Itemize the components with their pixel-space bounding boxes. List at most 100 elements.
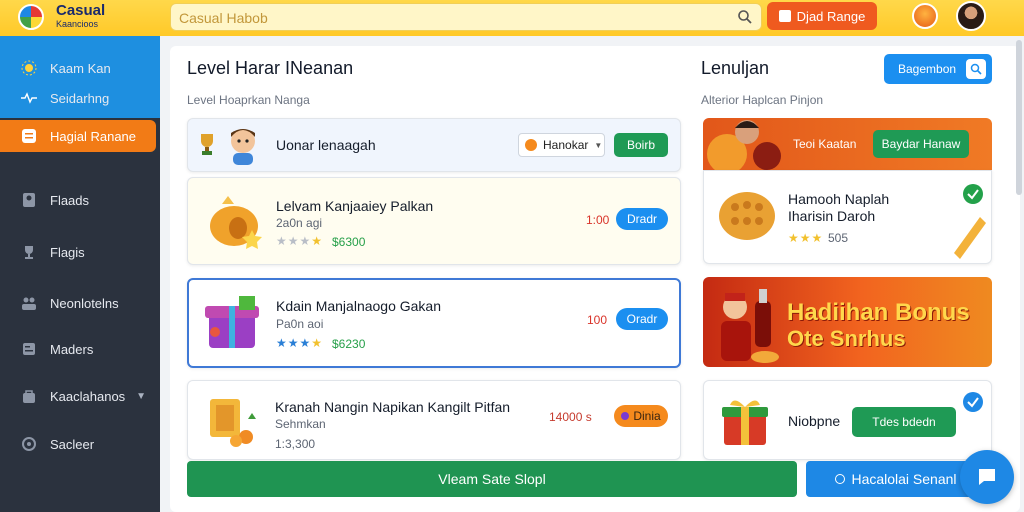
search-bar (170, 3, 762, 31)
search-input[interactable] (179, 8, 719, 28)
sidebar-item-label: Seidarhng (50, 90, 110, 106)
book-coins-icon (210, 399, 256, 447)
sidebar-item-3[interactable]: Flaads (0, 184, 160, 216)
gift-box-icon (722, 400, 768, 445)
promo-banner: Teoi Kaatan Baydar Hanaw (703, 118, 992, 170)
fruit-character-icon (707, 120, 781, 170)
check-icon (963, 184, 983, 204)
featured-card[interactable]: Hamooh Naplah Iharisin Daroh ★★★ 505 (703, 170, 992, 264)
carrot-icon (954, 217, 986, 259)
item-title: Kdain Manjalnaogo Gakan (276, 298, 442, 314)
sidebar-item-6[interactable]: Maders (0, 333, 160, 365)
filter-select-value: Hanokar (543, 138, 589, 152)
treasure-chest-icon (210, 196, 262, 249)
sidebar-item-label: Flaads (50, 192, 90, 208)
item-action-label: Dinia (633, 409, 661, 423)
trophy-icon (20, 243, 38, 261)
header-action-button[interactable]: Boirb (614, 133, 668, 157)
people-icon (20, 294, 38, 312)
waffle-icon (719, 192, 775, 240)
app-logo[interactable] (18, 4, 44, 30)
sidebar-item-label: Sacleer (50, 436, 95, 452)
sidebar-item-2[interactable]: Hagial Ranane (0, 120, 156, 152)
bag-icon (20, 387, 38, 405)
item-count: 14000 s (549, 410, 592, 424)
list-item[interactable]: Lelvam Kanjaaiey Palkan 2a0n agi ★★★★ $6… (187, 177, 681, 265)
featured-rating: 505 (828, 231, 849, 245)
item-action-button[interactable]: Dinia (614, 405, 668, 427)
filter-select[interactable]: Hanokar ▼ (518, 133, 605, 157)
top-bar: Casual Kaancioos Djad Range (0, 0, 1024, 36)
secondary-blue-button[interactable]: Hacalolai Senanl (806, 461, 986, 497)
rating-stars: ★★★★ (276, 234, 324, 248)
promo-banner-text: Teoi Kaatan (793, 137, 857, 151)
coin-icon (525, 139, 537, 151)
list-item[interactable]: Kdain Manjalnaogo Gakan Pa0n aoi ★★★★ $6… (187, 278, 681, 368)
item-action-button[interactable]: Dradr (616, 208, 668, 230)
item-action-button[interactable]: Oradr (616, 308, 668, 330)
chat-button[interactable] (960, 450, 1014, 504)
featured-title: Hamooh Naplah Iharisin Daroh (788, 191, 890, 224)
sidebar-item-label: Kaaclahanos (50, 388, 126, 404)
brand-subtitle: Kaancioos (56, 19, 99, 29)
right-header-button-label: Bagembon (898, 62, 957, 76)
gift-button[interactable]: Tdes bdedn (852, 407, 956, 437)
rating-stars: ★★★ (788, 231, 824, 245)
bonus-subtitle: Ote Snrhus (787, 326, 906, 351)
right-section-subtitle: Alterior Haplcan Pinjon (701, 93, 824, 107)
player-name: Uonar lenaagah (276, 137, 376, 153)
soda-character-icon (721, 289, 779, 363)
sidebar-item-label: Hagial Ranane (50, 128, 137, 144)
gift-box-icon (205, 296, 259, 348)
sidebar-item-label: Neonlotelns (50, 295, 119, 311)
left-section-subtitle: Level Hoaprkan Nanga (187, 93, 310, 107)
list-icon (20, 127, 38, 145)
brand-name: Casual (56, 2, 106, 19)
info-icon (835, 474, 846, 484)
sidebar-item-7[interactable]: Kaaclahanos ▼ (0, 380, 160, 412)
player-header-card: Uonar lenaagah Hanokar ▼ Boirb (187, 118, 681, 172)
right-section-title: Lenuljan (701, 58, 770, 78)
sidebar-item-1[interactable]: Seidarhng (0, 82, 160, 114)
item-price: $6300 (332, 235, 366, 249)
sidebar-item-8[interactable]: Sacleer (0, 428, 160, 460)
item-meta: Pa0n aoi (276, 317, 324, 331)
sidebar-item-4[interactable]: Flagis (0, 236, 160, 268)
item-count: 1:00 (586, 213, 610, 227)
item-title: Lelvam Kanjaaiey Palkan (276, 198, 434, 214)
item-price: $6230 (332, 337, 366, 351)
sidebar-item-0[interactable]: Kaam Kan (0, 52, 160, 84)
promo-banner-button[interactable]: Baydar Hanaw (873, 130, 969, 158)
search-icon (966, 59, 987, 79)
search-icon[interactable] (737, 9, 753, 25)
sidebar-item-label: Maders (50, 341, 94, 357)
pulse-icon (20, 89, 38, 107)
chevron-down-icon[interactable]: ▼ (136, 391, 146, 402)
dot-icon (621, 412, 630, 420)
bonus-banner[interactable]: Hadiihan Bonus Ote Snrhus (703, 277, 992, 367)
sidebar-item-label: Flagis (50, 244, 85, 260)
item-meta-value: 1:3,300 (275, 437, 316, 451)
item-meta: Sehmkan (275, 417, 326, 431)
sun-icon (20, 59, 38, 77)
chat-icon (979, 469, 995, 485)
check-icon (963, 392, 983, 412)
sidebar-item-5[interactable]: Neonlotelns (0, 287, 160, 319)
primary-green-button[interactable]: Vleam Sate Slopl (187, 461, 797, 497)
player-avatar[interactable] (226, 125, 260, 165)
card-icon (20, 340, 38, 358)
user-icon (20, 191, 38, 209)
left-section-title: Level Harar INeanan (187, 58, 354, 78)
item-meta: 2a0n agi (276, 216, 323, 230)
square-icon (778, 10, 791, 22)
user-avatar[interactable] (956, 1, 986, 31)
right-header-button[interactable]: Bagembon (884, 54, 992, 84)
secondary-blue-button-label: Hacalolai Senanl (851, 471, 957, 487)
scrollbar[interactable] (1016, 40, 1022, 195)
settings-icon (20, 435, 38, 453)
list-item[interactable]: Kranah Nangin Napikan Kangilt Pitfan Seh… (187, 380, 681, 460)
top-action-button[interactable]: Djad Range (767, 2, 877, 30)
trophy-icon (201, 134, 213, 155)
achievement-badge-icon[interactable] (912, 3, 938, 29)
gift-card[interactable]: Niobpne Tdes bdedn (703, 380, 992, 460)
